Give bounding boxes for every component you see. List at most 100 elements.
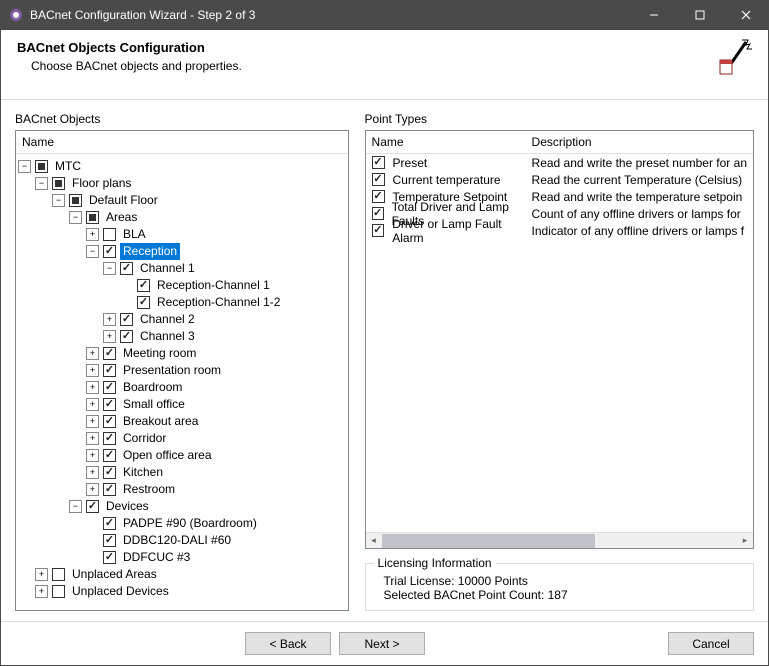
tree-node[interactable]: Kitchen xyxy=(120,464,166,481)
tree-node-channel2[interactable]: Channel 2 xyxy=(137,311,198,328)
point-types-panel: Name Description PresetRead and write th… xyxy=(365,130,754,549)
tree-node-floorplans[interactable]: Floor plans xyxy=(69,175,134,192)
point-types-headers[interactable]: Name Description xyxy=(366,131,753,154)
expand-toggle[interactable]: + xyxy=(86,228,99,241)
minimize-button[interactable] xyxy=(631,0,677,30)
next-button[interactable]: Next > xyxy=(339,632,425,655)
checkbox[interactable] xyxy=(372,207,384,220)
expand-toggle[interactable]: + xyxy=(86,483,99,496)
expand-toggle[interactable]: − xyxy=(69,211,82,224)
close-button[interactable] xyxy=(723,0,769,30)
scroll-thumb[interactable] xyxy=(382,534,595,548)
titlebar[interactable]: BACnet Configuration Wizard - Step 2 of … xyxy=(0,0,769,30)
expand-toggle[interactable]: − xyxy=(52,194,65,207)
scroll-track[interactable] xyxy=(382,533,737,549)
tree-node-devices[interactable]: Devices xyxy=(103,498,152,515)
tree-node[interactable]: Meeting room xyxy=(120,345,199,362)
expand-toggle[interactable]: − xyxy=(86,245,99,258)
tree-checkbox[interactable] xyxy=(103,228,116,241)
tree-checkbox[interactable] xyxy=(103,364,116,377)
expand-toggle[interactable]: − xyxy=(103,262,116,275)
expand-toggle[interactable]: + xyxy=(86,347,99,360)
checkbox[interactable] xyxy=(372,190,385,203)
tree-node-rc12[interactable]: Reception-Channel 1-2 xyxy=(154,294,283,311)
col-header-name[interactable]: Name xyxy=(372,135,532,149)
tree-checkbox[interactable] xyxy=(103,534,116,547)
tree-checkbox[interactable] xyxy=(103,551,116,564)
tree-checkbox[interactable] xyxy=(86,211,99,224)
tree-node[interactable]: DDFCUC #3 xyxy=(120,549,193,566)
tree-checkbox[interactable] xyxy=(103,483,116,496)
point-types-list[interactable]: PresetRead and write the preset number f… xyxy=(366,154,753,532)
tree-node[interactable]: Open office area xyxy=(120,447,215,464)
tree-node-mtc[interactable]: MTC xyxy=(52,158,84,175)
cancel-button[interactable]: Cancel xyxy=(668,632,754,655)
tree-node[interactable]: DDBC120-DALI #60 xyxy=(120,532,234,549)
horizontal-scrollbar[interactable]: ◂ ▸ xyxy=(366,532,753,548)
expand-toggle[interactable]: − xyxy=(18,160,31,173)
tree-checkbox[interactable] xyxy=(103,432,116,445)
tree-node-areas[interactable]: Areas xyxy=(103,209,140,226)
list-item: Driver or Lamp Fault AlarmIndicator of a… xyxy=(366,222,753,239)
expand-toggle[interactable]: + xyxy=(35,568,48,581)
tree-checkbox[interactable] xyxy=(103,245,116,258)
expand-toggle[interactable]: + xyxy=(86,398,99,411)
expand-toggle[interactable]: + xyxy=(103,313,116,326)
tree-checkbox[interactable] xyxy=(35,160,48,173)
checkbox[interactable] xyxy=(372,173,385,186)
point-types-label: Point Types xyxy=(365,112,754,126)
tree-node-defaultfloor[interactable]: Default Floor xyxy=(86,192,161,209)
tree-node[interactable]: Boardroom xyxy=(120,379,185,396)
tree-node-reception[interactable]: Reception xyxy=(120,243,180,260)
expand-toggle[interactable]: + xyxy=(86,432,99,445)
tree-checkbox[interactable] xyxy=(69,194,82,207)
expand-toggle[interactable]: + xyxy=(86,381,99,394)
tree-node-unplaced-devices[interactable]: Unplaced Devices xyxy=(69,583,172,600)
tree-checkbox[interactable] xyxy=(120,313,133,326)
tree-node-channel1[interactable]: Channel 1 xyxy=(137,260,198,277)
tree-checkbox[interactable] xyxy=(103,381,116,394)
tree-node[interactable]: PADPE #90 (Boardroom) xyxy=(120,515,260,532)
tree-node[interactable]: Corridor xyxy=(120,430,169,447)
tree-checkbox[interactable] xyxy=(52,568,65,581)
objects-tree[interactable]: −MTC −Floor plans −Default Floor −Areas xyxy=(16,154,348,610)
tree-checkbox[interactable] xyxy=(103,449,116,462)
maximize-button[interactable] xyxy=(677,0,723,30)
tree-checkbox[interactable] xyxy=(103,415,116,428)
tree-node[interactable]: Presentation room xyxy=(120,362,224,379)
tree-checkbox[interactable] xyxy=(120,262,133,275)
checkbox[interactable] xyxy=(372,156,385,169)
tree-node[interactable]: Small office xyxy=(120,396,188,413)
col-header-description[interactable]: Description xyxy=(532,135,747,149)
expand-toggle[interactable]: + xyxy=(86,415,99,428)
tree-node-channel3[interactable]: Channel 3 xyxy=(137,328,198,345)
checkbox[interactable] xyxy=(372,224,385,237)
tree-node-rc1[interactable]: Reception-Channel 1 xyxy=(154,277,273,294)
tree-node[interactable]: Breakout area xyxy=(120,413,201,430)
scroll-left-icon[interactable]: ◂ xyxy=(366,533,382,549)
tree-checkbox[interactable] xyxy=(52,585,65,598)
tree-checkbox[interactable] xyxy=(86,500,99,513)
tree-node[interactable]: Restroom xyxy=(120,481,178,498)
tree-node-unplaced-areas[interactable]: Unplaced Areas xyxy=(69,566,160,583)
expand-toggle[interactable]: + xyxy=(86,466,99,479)
tree-checkbox[interactable] xyxy=(120,330,133,343)
expand-toggle[interactable]: + xyxy=(86,364,99,377)
objects-panel: Name −MTC −Floor plans −Default Floor xyxy=(15,130,349,611)
tree-checkbox[interactable] xyxy=(103,517,116,530)
tree-node-bla[interactable]: BLA xyxy=(120,226,149,243)
expand-toggle[interactable]: + xyxy=(103,330,116,343)
tree-checkbox[interactable] xyxy=(137,279,150,292)
tree-checkbox[interactable] xyxy=(103,466,116,479)
expand-toggle[interactable]: + xyxy=(86,449,99,462)
scroll-right-icon[interactable]: ▸ xyxy=(737,533,753,549)
tree-checkbox[interactable] xyxy=(52,177,65,190)
expand-toggle[interactable]: − xyxy=(69,500,82,513)
tree-checkbox[interactable] xyxy=(137,296,150,309)
tree-checkbox[interactable] xyxy=(103,347,116,360)
expand-toggle[interactable]: − xyxy=(35,177,48,190)
tree-checkbox[interactable] xyxy=(103,398,116,411)
expand-toggle[interactable]: + xyxy=(35,585,48,598)
back-button[interactable]: < Back xyxy=(245,632,331,655)
tree-column-header[interactable]: Name xyxy=(16,131,348,154)
